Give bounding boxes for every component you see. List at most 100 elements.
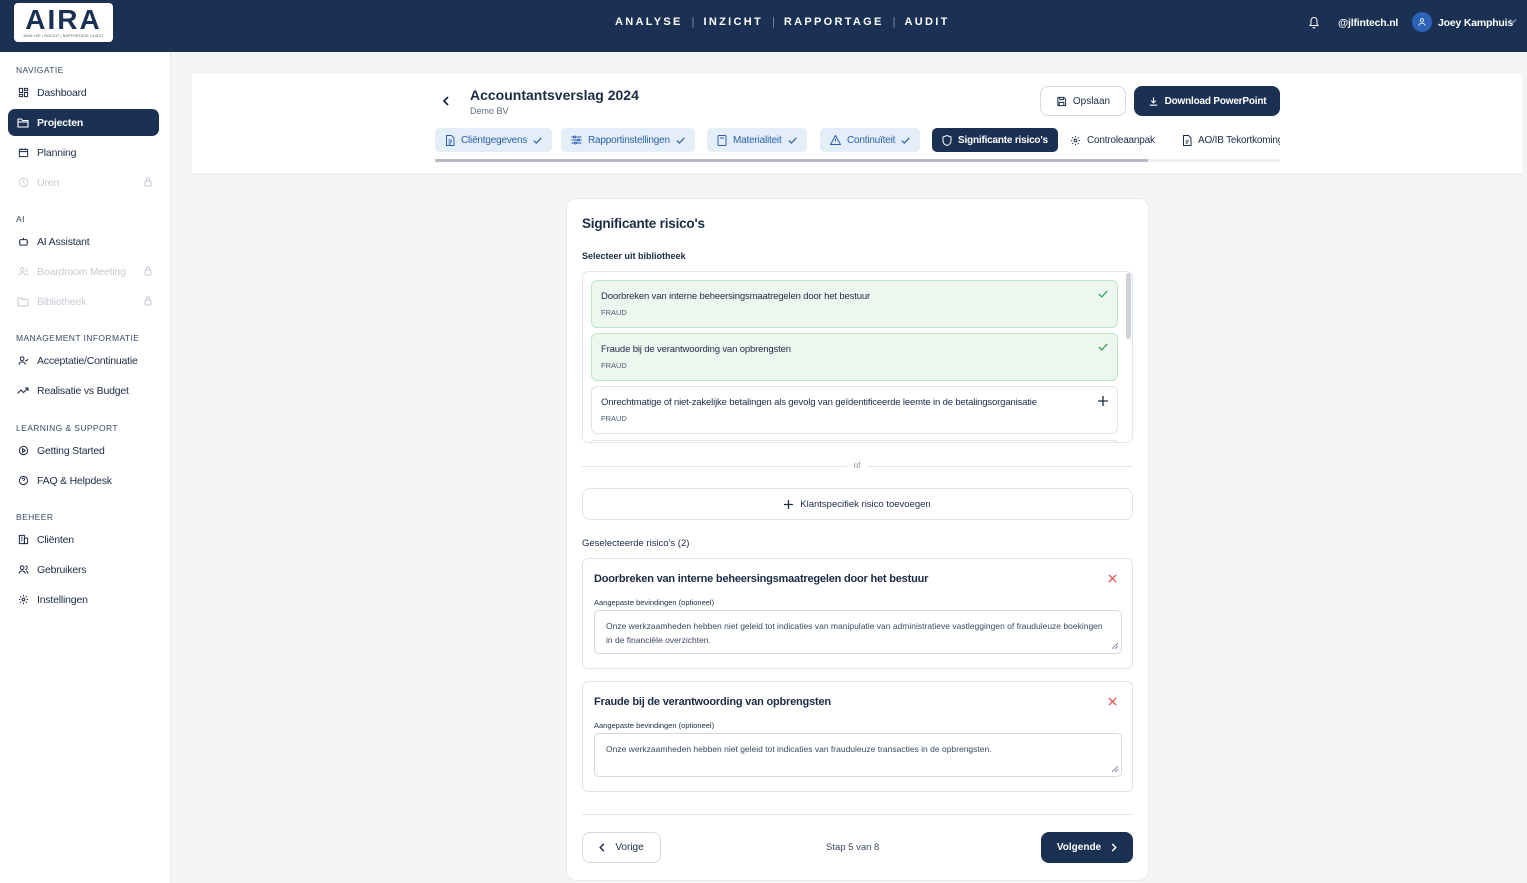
chevron-down-icon[interactable] (1509, 18, 1517, 24)
tab-clientgegevens[interactable]: Cliëntgegevens (435, 128, 553, 152)
nav-audit[interactable]: AUDIT (905, 16, 950, 28)
sidebar-item-label: Dashboard (37, 86, 87, 99)
tab-significante-risicos[interactable]: Significante risico's (932, 128, 1058, 152)
chevron-left-icon (599, 843, 605, 852)
selected-risk-card: Fraude bij de verantwoording van opbreng… (582, 681, 1133, 792)
check-icon (787, 136, 797, 144)
resize-handle-icon[interactable] (1112, 643, 1118, 649)
tab-ao-ib-tekortkomingen[interactable]: AO/IB Tekortkomingen (1172, 128, 1280, 152)
sidebar-item-label: Getting Started (37, 444, 105, 457)
nav-separator: | (892, 16, 896, 28)
download-powerpoint-button[interactable]: Download PowerPoint (1134, 86, 1280, 116)
next-button[interactable]: Volgende (1041, 832, 1133, 863)
aira-logo[interactable]: AIRA ANALYSE | INZICHT | RAPPORTAGE | AU… (14, 3, 113, 42)
check-icon (1098, 343, 1108, 351)
library-item[interactable]: Fraude bij de verantwoording van opbreng… (591, 333, 1118, 381)
sidebar-item-label: Acceptatie/Continuatie (37, 354, 138, 367)
tab-materialiteit[interactable]: Materialiteit (707, 128, 807, 152)
save-button[interactable]: Opslaan (1040, 86, 1126, 116)
library-item-title: Doorbreken van interne beheersingsmaatre… (601, 291, 871, 302)
grid-icon (17, 87, 29, 99)
sidebar-item-planning[interactable]: Planning (8, 139, 159, 166)
user-icon[interactable] (1412, 12, 1432, 32)
previous-label: Vorige (615, 842, 644, 853)
divider (867, 466, 1133, 467)
library-item[interactable]: Onrechtmatige of niet-zakelijke betaling… (591, 386, 1118, 434)
save-icon (1057, 96, 1067, 106)
nav-rapportage[interactable]: RAPPORTAGE (784, 16, 884, 28)
sidebar-item-dashboard[interactable]: Dashboard (8, 79, 159, 106)
shield-icon (942, 134, 952, 146)
selected-risk-card: Doorbreken van interne beheersingsmaatre… (582, 558, 1133, 669)
nav-separator: | (691, 16, 695, 28)
users-icon (17, 564, 29, 576)
tab-continuiteit[interactable]: Continuïteit (820, 128, 921, 152)
step-indicator: Stap 5 van 8 (826, 842, 880, 853)
sidebar-item-gebruikers[interactable]: Gebruikers (8, 556, 159, 583)
plus-icon[interactable] (1098, 396, 1108, 406)
or-label: of (853, 461, 861, 470)
user-name[interactable]: Joey Kamphuis (1438, 17, 1513, 29)
tab-rapportinstellingen[interactable]: Rapportinstellingen (561, 128, 695, 152)
nav-inzicht[interactable]: INZICHT (704, 16, 763, 28)
library-label: Selecteer uit bibliotheek (582, 251, 686, 261)
divider (582, 466, 847, 467)
trend-icon (17, 385, 29, 397)
page-title: Accountantsverslag 2024 (470, 87, 639, 103)
library-scrollbar-thumb[interactable] (1126, 273, 1131, 339)
library-item-title: Onrechtmatige of niet-zakelijke betaling… (601, 397, 1037, 408)
warning-icon (830, 135, 841, 145)
selected-risks-label: Geselecteerde risico's (2) (582, 538, 690, 549)
bell-icon[interactable] (1308, 16, 1320, 29)
previous-button[interactable]: Vorige (582, 832, 661, 863)
sidebar-item-label: Boardroom Meeting (37, 265, 126, 278)
sidebar-item-faq[interactable]: FAQ & Helpdesk (8, 467, 159, 494)
file-icon (445, 134, 455, 146)
sidebar-item-label: Instellingen (37, 593, 88, 606)
sidebar-item-realisatie[interactable]: Realisatie vs Budget (8, 377, 159, 404)
sidebar-section-learning: LEARNING & SUPPORT (16, 423, 118, 433)
sidebar-section-navigatie: NAVIGATIE (16, 65, 64, 75)
nav-analyse[interactable]: ANALYSE (615, 16, 683, 28)
close-icon[interactable] (1108, 574, 1117, 583)
sidebar-item-label: Cliënten (37, 533, 74, 546)
gear-icon (1070, 135, 1081, 146)
folder-icon (17, 117, 29, 129)
add-custom-risk-button[interactable]: Klantspecifiek risico toevoegen (582, 488, 1133, 520)
back-chevron-icon[interactable] (440, 95, 452, 107)
sidebar-item-getting-started[interactable]: Getting Started (8, 437, 159, 464)
tab-controleaanpak[interactable]: Controleaanpak (1060, 128, 1165, 152)
sidebar-item-label: Planning (37, 146, 77, 159)
users-icon (17, 266, 29, 278)
library-item-category: FRAUD (601, 308, 627, 317)
logo-text: AIRA (25, 4, 102, 35)
footer-divider (582, 814, 1133, 815)
sidebar-item-boardroom-meeting: Boardroom Meeting (8, 258, 159, 285)
calendar-icon (17, 147, 29, 159)
library-item[interactable]: Doorbreken van interne beheersingsmaatre… (591, 280, 1118, 328)
help-circle-icon (17, 475, 29, 487)
sidebar-item-ai-assistant[interactable]: AI Assistant (8, 228, 159, 255)
user-email[interactable]: @jlfintech.nl (1338, 17, 1398, 29)
close-icon[interactable] (1108, 697, 1117, 706)
user-check-icon (17, 355, 29, 367)
sidebar-item-clienten[interactable]: Cliënten (8, 526, 159, 553)
sidebar-item-label: Projecten (37, 116, 84, 129)
sidebar-item-acceptatie[interactable]: Acceptatie/Continuatie (8, 347, 159, 374)
findings-textarea[interactable]: Onze werkzaamheden hebben niet geleid to… (594, 610, 1122, 654)
calculator-icon (717, 134, 727, 146)
lock-icon (144, 177, 152, 187)
gear-icon (17, 594, 29, 606)
sidebar-item-instellingen[interactable]: Instellingen (8, 586, 159, 613)
save-label: Opslaan (1072, 95, 1111, 107)
sidebar-item-projecten[interactable]: Projecten (8, 109, 159, 136)
resize-handle-icon[interactable] (1112, 766, 1118, 772)
clock-icon (17, 177, 29, 189)
library-item (591, 440, 1118, 444)
logo-subtitle: ANALYSE | INZICHT | RAPPORTAGE | AUDIT (23, 34, 104, 38)
sidebar-item-bibliotheek: Bibliotheek (8, 288, 159, 315)
findings-textarea[interactable]: Onze werkzaamheden hebben niet geleid to… (594, 733, 1122, 777)
tabs-scrollbar-thumb[interactable] (435, 159, 1148, 162)
lock-icon (144, 266, 152, 276)
sidebar-section-management: MANAGEMENT INFORMATIE (16, 333, 140, 343)
